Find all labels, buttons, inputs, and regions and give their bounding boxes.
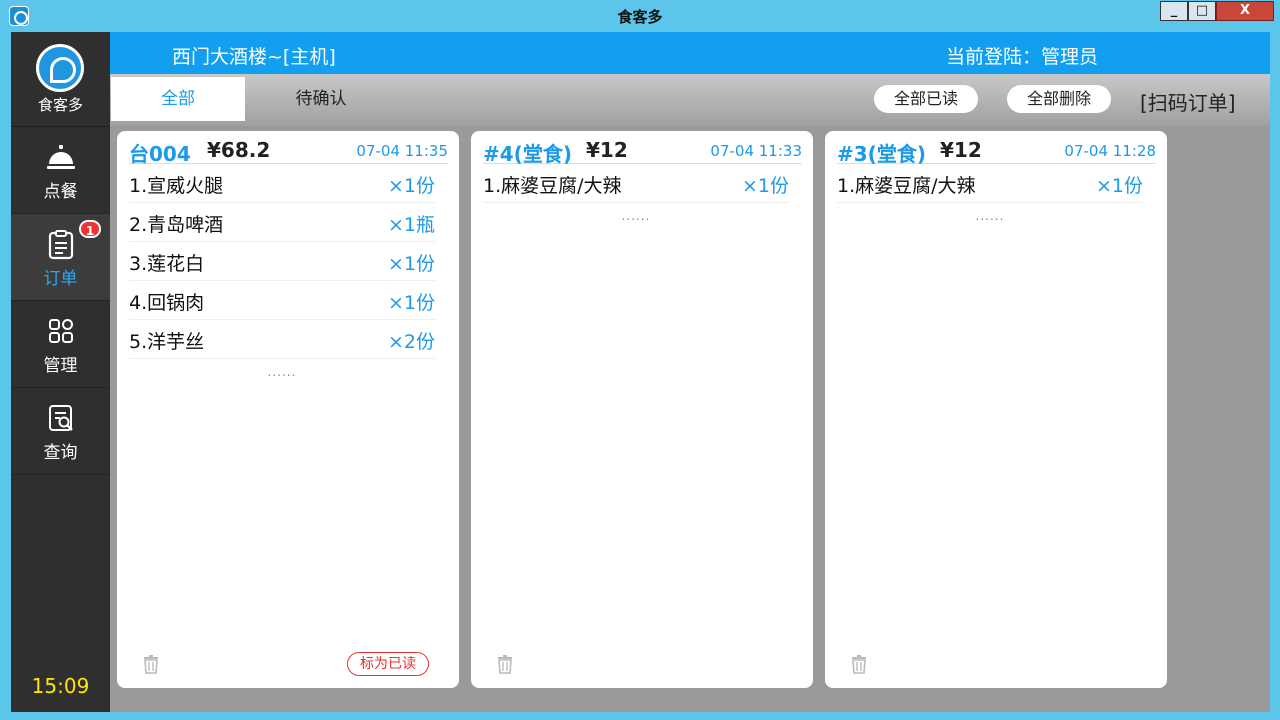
- tab-all[interactable]: 全部: [111, 77, 245, 121]
- order-total: ¥68.2: [207, 138, 271, 162]
- item-name: 5.洋芋丝: [129, 331, 205, 353]
- order-time: 07-04 11:35: [356, 142, 448, 160]
- item-name: 1.麻婆豆腐/大辣: [837, 175, 976, 197]
- order-item: 5.洋芋丝 ×2份: [129, 320, 435, 359]
- order-total: ¥12: [586, 138, 628, 162]
- order-number: #4(堂食): [483, 142, 572, 166]
- clock: 15:09: [31, 674, 90, 698]
- order-card-header: #4(堂食) ¥12 07-04 11:33: [483, 138, 802, 166]
- order-item: 4.回锅肉 ×1份: [129, 281, 435, 320]
- sidebar-item-label: 订单: [43, 269, 78, 289]
- login-info: 当前登陆：管理员: [945, 46, 1098, 68]
- item-qty: ×1份: [387, 253, 435, 275]
- sidebar-item-order-food[interactable]: 点餐: [11, 127, 110, 214]
- window-titlebar: 食客多 _ □ X: [0, 0, 1280, 32]
- grid-icon: [11, 317, 110, 347]
- sidebar-logo: 食客多: [11, 32, 110, 127]
- item-name: 1.麻婆豆腐/大辣: [483, 175, 622, 197]
- maximize-button[interactable]: □: [1188, 1, 1216, 21]
- order-items: 1.麻婆豆腐/大辣 ×1份 ......: [837, 164, 1143, 223]
- item-qty: ×1份: [1095, 175, 1143, 197]
- sidebar-item-query[interactable]: 查询: [11, 388, 110, 475]
- sidebar-item-label: 管理: [43, 356, 78, 376]
- scan-order-button[interactable]: [扫码订单]: [1140, 87, 1236, 116]
- more-indicator: ......: [267, 365, 297, 379]
- order-card[interactable]: 台004 ¥68.2 07-04 11:35 1.宣威火腿 ×1份 2.青岛啤酒…: [117, 131, 459, 688]
- trash-icon[interactable]: [495, 654, 515, 674]
- window-title: 食客多: [617, 8, 663, 26]
- sidebar: 食客多 点餐 1 订单 管理 查询 15:09: [11, 32, 110, 712]
- item-name: 4.回锅肉: [129, 292, 205, 314]
- order-item: 1.麻婆豆腐/大辣 ×1份: [483, 164, 789, 203]
- orders-panel: 台004 ¥68.2 07-04 11:35 1.宣威火腿 ×1份 2.青岛啤酒…: [110, 126, 1270, 712]
- orders-badge: 1: [79, 220, 101, 238]
- item-name: 3.莲花白: [129, 253, 205, 275]
- order-item: 2.青岛啤酒 ×1瓶: [129, 203, 435, 242]
- search-doc-icon: [11, 404, 110, 434]
- toolbar: 全部 待确认 全部已读 全部删除 [扫码订单]: [110, 74, 1270, 126]
- order-card-header: 台004 ¥68.2 07-04 11:35: [129, 138, 448, 166]
- order-items: 1.麻婆豆腐/大辣 ×1份 ......: [483, 164, 789, 223]
- more-indicator: ......: [621, 209, 651, 223]
- order-item: 1.宣威火腿 ×1份: [129, 164, 435, 203]
- header: 西门大酒楼~[主机] 当前登陆：管理员: [110, 32, 1270, 74]
- order-number: 台004: [129, 142, 191, 166]
- tab-pending[interactable]: 待确认: [254, 77, 388, 121]
- delete-all-button[interactable]: 全部删除: [1007, 85, 1111, 113]
- order-card[interactable]: #4(堂食) ¥12 07-04 11:33 1.麻婆豆腐/大辣 ×1份 ...…: [471, 131, 813, 688]
- brand-logo-icon: [36, 44, 84, 92]
- order-item: 3.莲花白 ×1份: [129, 242, 435, 281]
- item-qty: ×1份: [741, 175, 789, 197]
- minimize-button[interactable]: _: [1160, 1, 1188, 21]
- item-qty: ×2份: [387, 331, 435, 353]
- item-name: 2.青岛啤酒: [129, 214, 224, 236]
- order-items: 1.宣威火腿 ×1份 2.青岛啤酒 ×1瓶 3.莲花白 ×1份 4.回锅肉 ×1…: [129, 164, 435, 379]
- item-qty: ×1瓶: [387, 214, 435, 236]
- item-name: 1.宣威火腿: [129, 175, 224, 197]
- close-button[interactable]: X: [1216, 1, 1274, 21]
- order-item: 1.麻婆豆腐/大辣 ×1份: [837, 164, 1143, 203]
- sidebar-item-manage[interactable]: 管理: [11, 301, 110, 388]
- mark-all-read-button[interactable]: 全部已读: [874, 85, 978, 113]
- trash-icon[interactable]: [849, 654, 869, 674]
- cloche-icon: [11, 143, 110, 173]
- trash-icon[interactable]: [141, 654, 161, 674]
- item-qty: ×1份: [387, 175, 435, 197]
- sidebar-item-orders[interactable]: 1 订单: [11, 214, 110, 301]
- order-time: 07-04 11:28: [1064, 142, 1156, 160]
- order-total: ¥12: [940, 138, 982, 162]
- sidebar-item-label: 点餐: [43, 182, 78, 202]
- order-card-header: #3(堂食) ¥12 07-04 11:28: [837, 138, 1156, 166]
- order-number: #3(堂食): [837, 142, 926, 166]
- more-indicator: ......: [975, 209, 1005, 223]
- order-time: 07-04 11:33: [710, 142, 802, 160]
- store-name: 西门大酒楼~[主机]: [172, 46, 336, 68]
- order-card[interactable]: #3(堂食) ¥12 07-04 11:28 1.麻婆豆腐/大辣 ×1份 ...…: [825, 131, 1167, 688]
- sidebar-item-label: 查询: [43, 443, 78, 463]
- brand-name: 食客多: [37, 96, 83, 114]
- item-qty: ×1份: [387, 292, 435, 314]
- mark-read-button[interactable]: 标为已读: [347, 652, 429, 676]
